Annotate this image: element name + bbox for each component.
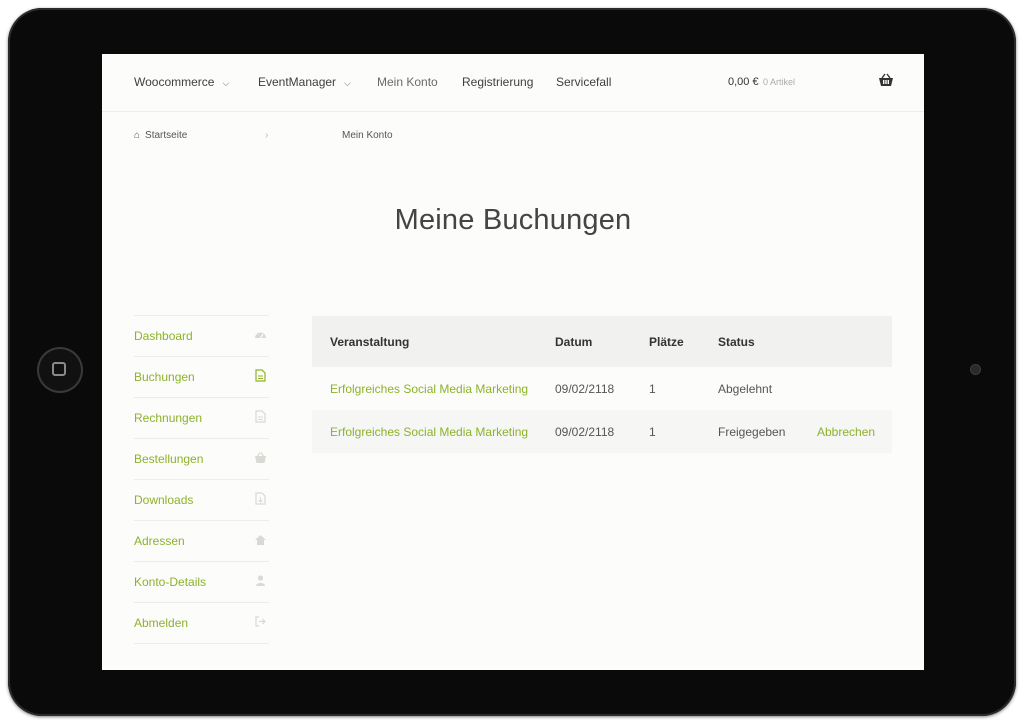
- booking-date: 09/02/2118: [555, 425, 615, 439]
- basket-icon[interactable]: [878, 73, 894, 87]
- booking-status: Freigegeben: [718, 425, 786, 439]
- bookings-table: Veranstaltung Datum Plätze Status Erfolg…: [312, 316, 892, 453]
- download-file-icon: [255, 492, 266, 505]
- breadcrumb-separator: ›: [265, 130, 269, 141]
- user-icon: [256, 575, 265, 586]
- home-icon: [255, 535, 266, 545]
- nav-item-eventmanager[interactable]: EventManager ⌵: [258, 75, 351, 89]
- dashboard-icon: [255, 332, 266, 339]
- sign-out-icon: [255, 616, 266, 627]
- nav-item-servicefall[interactable]: Servicefall: [556, 75, 611, 89]
- booking-date: 09/02/2118: [555, 382, 615, 396]
- nav-item-registrierung[interactable]: Registrierung: [462, 75, 533, 89]
- sidebar-item-konto-details[interactable]: Konto-Details: [134, 561, 269, 602]
- screen: Woocommerce ⌵ EventManager ⌵ Mein Konto Re…: [102, 54, 924, 670]
- cart-amount[interactable]: 0,00 €: [728, 76, 759, 88]
- column-header-veranstaltung: Veranstaltung: [330, 335, 410, 349]
- sidebar-item-label: Abmelden: [134, 616, 189, 630]
- column-header-plaetze: Plätze: [649, 335, 684, 349]
- booking-seats: 1: [649, 382, 656, 396]
- booking-seats: 1: [649, 425, 656, 439]
- nav-label: EventManager: [258, 75, 337, 89]
- table-row: Erfolgreiches Social Media Marketing 09/…: [312, 410, 892, 453]
- breadcrumb-home[interactable]: ⌂ Startseite: [134, 130, 187, 141]
- event-link[interactable]: Erfolgreiches Social Media Marketing: [330, 425, 528, 439]
- cancel-booking-link[interactable]: Abbrechen: [817, 425, 875, 439]
- nav-label: Woocommerce: [134, 75, 215, 89]
- basket-icon: [255, 452, 266, 463]
- sidebar-item-label: Adressen: [134, 534, 185, 548]
- sidebar-item-label: Buchungen: [134, 370, 195, 384]
- document-icon: [255, 410, 266, 423]
- breadcrumb-home-label: Startseite: [145, 130, 188, 141]
- document-icon: [255, 369, 266, 382]
- account-sidebar: Dashboard Buchungen Rechnungen Bestellun…: [134, 315, 269, 644]
- sidebar-item-label: Dashboard: [134, 329, 193, 343]
- breadcrumb-current: Mein Konto: [342, 130, 393, 141]
- page-title: Meine Buchungen: [394, 204, 632, 236]
- sidebar-item-label: Konto-Details: [134, 575, 207, 589]
- sidebar-item-abmelden[interactable]: Abmelden: [134, 602, 269, 644]
- column-header-status: Status: [718, 335, 755, 349]
- chevron-down-icon: ⌵: [344, 78, 351, 88]
- sidebar-item-buchungen[interactable]: Buchungen: [134, 356, 269, 397]
- top-navigation: Woocommerce ⌵ EventManager ⌵ Mein Konto Re…: [102, 54, 924, 112]
- chevron-down-icon: ⌵: [222, 78, 230, 88]
- booking-status: Abgelehnt: [718, 382, 773, 396]
- sidebar-item-label: Downloads: [134, 493, 194, 507]
- home-button[interactable]: [37, 347, 83, 393]
- event-link[interactable]: Erfolgreiches Social Media Marketing: [330, 382, 528, 396]
- nav-item-woocommerce[interactable]: Woocommerce ⌵: [134, 75, 229, 89]
- nav-item-mein-konto[interactable]: Mein Konto: [377, 75, 438, 89]
- column-header-datum: Datum: [555, 335, 593, 349]
- table-row: Erfolgreiches Social Media Marketing 09/…: [312, 367, 892, 410]
- sidebar-item-rechnungen[interactable]: Rechnungen: [134, 397, 269, 438]
- home-icon: ⌂: [134, 130, 141, 141]
- sidebar-item-label: Rechnungen: [134, 411, 203, 425]
- table-header: Veranstaltung Datum Plätze Status: [312, 316, 892, 367]
- cart-count[interactable]: 0 Artikel: [763, 77, 795, 87]
- sidebar-item-downloads[interactable]: Downloads: [134, 479, 269, 520]
- sidebar-item-dashboard[interactable]: Dashboard: [134, 315, 269, 356]
- camera: [971, 365, 980, 374]
- sidebar-item-adressen[interactable]: Adressen: [134, 520, 269, 561]
- sidebar-item-label: Bestellungen: [134, 452, 204, 466]
- sidebar-item-bestellungen[interactable]: Bestellungen: [134, 438, 269, 479]
